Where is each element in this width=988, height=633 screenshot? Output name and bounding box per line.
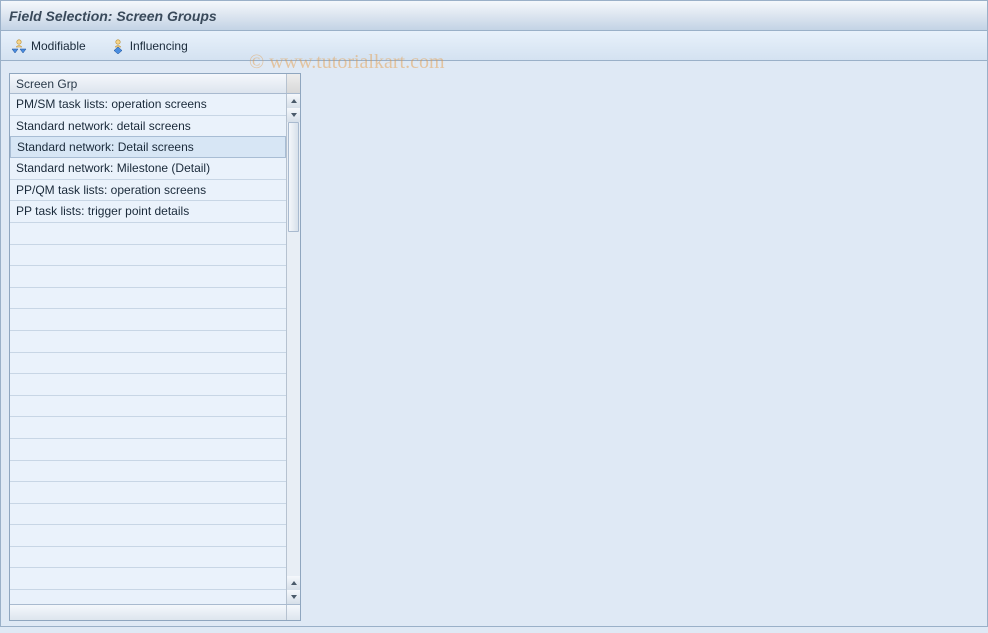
table-row[interactable] (10, 547, 286, 569)
person-diamond-icon (110, 38, 126, 54)
scroll-down-button[interactable] (287, 108, 300, 122)
table-row[interactable]: Standard network: detail screens (10, 116, 286, 138)
footer-scroll-corner (286, 605, 300, 620)
table-body: PM/SM task lists: operation screensStand… (10, 94, 300, 604)
scroll-down-button-bottom[interactable] (287, 590, 300, 604)
modifiable-label: Modifiable (31, 39, 86, 53)
influencing-button[interactable]: Influencing (106, 36, 192, 56)
table-row[interactable] (10, 288, 286, 310)
page-title: Field Selection: Screen Groups (9, 8, 217, 24)
table-row[interactable] (10, 353, 286, 375)
table-row[interactable] (10, 568, 286, 590)
vertical-scrollbar[interactable] (286, 94, 300, 604)
person-triangles-icon (11, 38, 27, 54)
table-row[interactable] (10, 396, 286, 418)
scroll-track[interactable] (287, 122, 300, 576)
screen-group-table: Screen Grp PM/SM task lists: operation s… (9, 73, 301, 621)
table-row[interactable]: PP task lists: trigger point details (10, 201, 286, 223)
column-header-screen-grp[interactable]: Screen Grp (10, 74, 286, 93)
table-row[interactable]: PP/QM task lists: operation screens (10, 180, 286, 202)
scroll-up-button[interactable] (287, 94, 300, 108)
table-row[interactable] (10, 461, 286, 483)
scroll-up-button-bottom[interactable] (287, 576, 300, 590)
table-row[interactable]: Standard network: Detail screens (10, 136, 286, 158)
table-row[interactable] (10, 245, 286, 267)
table-row[interactable] (10, 331, 286, 353)
table-row[interactable] (10, 223, 286, 245)
table-header-corner (286, 74, 300, 93)
table-row[interactable] (10, 266, 286, 288)
table-row[interactable]: Standard network: Milestone (Detail) (10, 158, 286, 180)
content-area: Screen Grp PM/SM task lists: operation s… (1, 61, 987, 633)
table-row[interactable] (10, 309, 286, 331)
table-row[interactable] (10, 374, 286, 396)
table-header: Screen Grp (10, 74, 300, 94)
table-row[interactable]: PM/SM task lists: operation screens (10, 94, 286, 116)
table-row[interactable] (10, 504, 286, 526)
modifiable-button[interactable]: Modifiable (7, 36, 90, 56)
table-row[interactable] (10, 482, 286, 504)
toolbar: Modifiable Influencing (1, 31, 987, 61)
title-bar: Field Selection: Screen Groups (1, 1, 987, 31)
table-row[interactable] (10, 417, 286, 439)
influencing-label: Influencing (130, 39, 188, 53)
table-row[interactable] (10, 525, 286, 547)
scroll-thumb[interactable] (288, 122, 299, 232)
table-footer (10, 604, 300, 620)
table-row[interactable] (10, 439, 286, 461)
